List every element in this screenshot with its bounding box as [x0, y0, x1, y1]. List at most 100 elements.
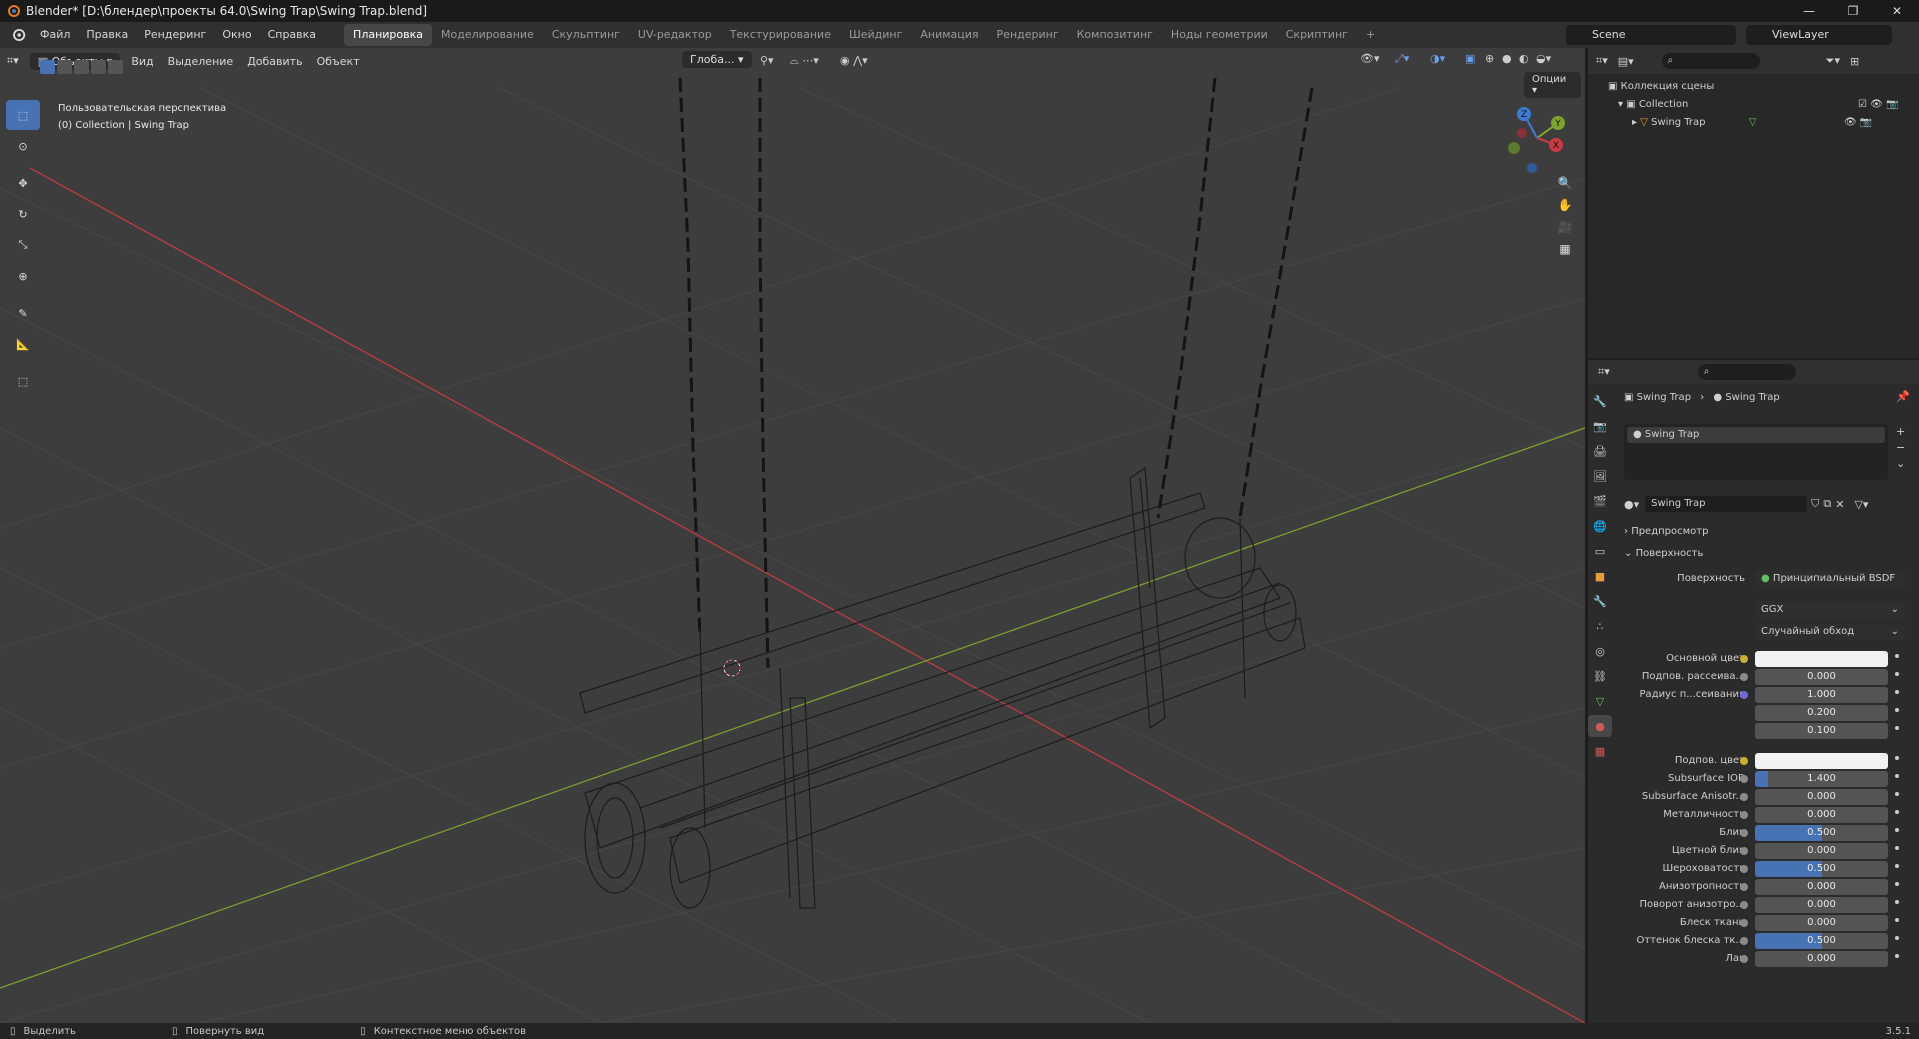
mesh-data-icon[interactable]: ▽: [1749, 117, 1757, 128]
socket-link-icon[interactable]: [1740, 673, 1748, 681]
pivot-icon[interactable]: ⚲▾: [760, 54, 774, 67]
keyframe-icon[interactable]: [1895, 846, 1899, 850]
object-row-swing-trap[interactable]: ▸ ▽ Swing Trap ▽ 👁 📷: [1608, 114, 1919, 132]
scene-tab-icon[interactable]: 🎬: [1588, 490, 1612, 512]
keyframe-icon[interactable]: [1895, 882, 1899, 886]
zoom-icon[interactable]: 🔍: [1554, 172, 1576, 194]
select-box-tool-icon[interactable]: ⬚: [6, 100, 40, 130]
socket-link-icon[interactable]: [1740, 811, 1748, 819]
keyframe-icon[interactable]: [1895, 864, 1899, 868]
socket-link-icon[interactable]: [1740, 865, 1748, 873]
annotate-tool-icon[interactable]: ✎: [6, 298, 40, 328]
distribution-dropdown[interactable]: GGX ⌄: [1755, 602, 1905, 618]
select-subtract-icon[interactable]: [74, 60, 89, 74]
transform-tool-icon[interactable]: ⊕: [6, 261, 40, 291]
cursor-tool-icon[interactable]: ⊙: [6, 131, 40, 161]
workspace-tab-layout[interactable]: Планировка: [344, 24, 433, 46]
number-slider[interactable]: 0.000: [1755, 897, 1888, 913]
close-button[interactable]: ✕: [1875, 0, 1919, 22]
shading-solid-icon[interactable]: ●: [1502, 52, 1512, 65]
tool-tab-icon[interactable]: 🔧: [1588, 390, 1612, 412]
particles-tab-icon[interactable]: ∴: [1588, 615, 1612, 637]
maximize-button[interactable]: ❐: [1831, 0, 1875, 22]
socket-link-icon[interactable]: [1740, 955, 1748, 963]
number-slider[interactable]: 0.000: [1755, 915, 1888, 931]
number-slider[interactable]: 1.000: [1755, 687, 1888, 703]
material-browse-icon[interactable]: ●▾: [1624, 498, 1639, 511]
viewport-scene[interactable]: [0, 48, 1585, 1023]
gizmo-toggle-icon[interactable]: ⤢▾: [1395, 52, 1409, 66]
number-slider[interactable]: 0.000: [1755, 807, 1888, 823]
menu-add[interactable]: Добавить: [240, 55, 309, 68]
workspace-tab-sculpting[interactable]: Скульптинг: [543, 24, 629, 46]
socket-link-icon[interactable]: [1740, 775, 1748, 783]
keyframe-icon[interactable]: [1895, 792, 1899, 796]
surface-shader-field[interactable]: ● Принципиальный BSDF: [1755, 571, 1905, 587]
collection-tab-icon[interactable]: ▭: [1588, 540, 1612, 562]
socket-link-icon[interactable]: [1740, 883, 1748, 891]
socket-link-icon[interactable]: [1740, 901, 1748, 909]
camera-view-icon[interactable]: 🎥: [1554, 216, 1576, 238]
menu-window[interactable]: Окно: [214, 22, 259, 48]
shading-rendered-icon[interactable]: ◒▾: [1536, 52, 1551, 65]
rotate-tool-icon[interactable]: ↻: [6, 199, 40, 229]
world-tab-icon[interactable]: 🌐: [1588, 515, 1612, 537]
number-slider[interactable]: 0.000: [1755, 789, 1888, 805]
workspace-tab-rendering[interactable]: Рендеринг: [988, 24, 1068, 46]
keyframe-icon[interactable]: [1895, 918, 1899, 922]
select-invert-icon[interactable]: [91, 60, 106, 74]
overlays-toggle-icon[interactable]: ◑▾: [1430, 52, 1445, 65]
subsurface-method-dropdown[interactable]: Случайный обход ⌄: [1755, 624, 1905, 640]
shading-wireframe-icon[interactable]: ⊕: [1485, 52, 1494, 65]
keyframe-icon[interactable]: [1895, 900, 1899, 904]
socket-link-icon[interactable]: [1740, 757, 1748, 765]
workspace-tab-texture[interactable]: Текстурирование: [721, 24, 840, 46]
outliner-editor-type-icon[interactable]: ⌗▾: [1596, 54, 1608, 68]
scene-collection-row[interactable]: ▣ Коллекция сцены: [1608, 78, 1919, 96]
material-slots-list[interactable]: ● Swing Trap: [1624, 424, 1888, 480]
view-layer-selector[interactable]: ViewLayer: [1746, 25, 1892, 45]
number-slider[interactable]: 1.400: [1755, 771, 1888, 787]
menu-view[interactable]: Вид: [124, 55, 160, 68]
pin-icon[interactable]: 📌: [1896, 390, 1910, 403]
scene-selector[interactable]: Scene: [1566, 25, 1736, 45]
options-dropdown[interactable]: Опции ▾: [1524, 72, 1581, 98]
view-layer-tab-icon[interactable]: 🖼: [1588, 465, 1612, 487]
object-visibility-icons[interactable]: 👁 📷: [1844, 114, 1872, 132]
menu-edit[interactable]: Правка: [78, 22, 136, 48]
workspace-tab-compositing[interactable]: Композитинг: [1068, 24, 1162, 46]
editor-type-icon[interactable]: ⌗▾: [0, 54, 26, 68]
slot-menu-button[interactable]: ⌄: [1896, 456, 1905, 472]
number-slider[interactable]: 0.000: [1755, 879, 1888, 895]
new-collection-icon[interactable]: ⊞: [1850, 55, 1859, 68]
snap-icon[interactable]: ⌓ ⋯▾: [790, 54, 819, 68]
menu-render[interactable]: Рендеринг: [136, 22, 214, 48]
keyframe-icon[interactable]: [1895, 654, 1899, 658]
move-tool-icon[interactable]: ✥: [6, 168, 40, 198]
collection-visibility-icons[interactable]: ☑ 👁 📷: [1858, 96, 1898, 114]
socket-link-icon[interactable]: [1740, 793, 1748, 801]
navigation-gizmo[interactable]: Y Z X: [1492, 98, 1582, 178]
keyframe-icon[interactable]: [1895, 828, 1899, 832]
number-slider[interactable]: 0.500: [1755, 861, 1888, 877]
number-slider[interactable]: 0.000: [1755, 951, 1888, 967]
render-tab-icon[interactable]: 📷: [1588, 415, 1612, 437]
unlink-material-icon[interactable]: ✕: [1835, 498, 1844, 511]
add-workspace-button[interactable]: +: [1357, 24, 1384, 46]
filter-icon[interactable]: ⏷▾: [1826, 54, 1840, 68]
add-slot-button[interactable]: +: [1896, 424, 1905, 440]
menu-select[interactable]: Выделение: [161, 55, 241, 68]
measure-tool-icon[interactable]: 📐: [6, 329, 40, 359]
select-extend-icon[interactable]: [57, 60, 72, 74]
socket-link-icon[interactable]: [1740, 691, 1748, 699]
swing-trap-wireframe[interactable]: [579, 466, 1306, 909]
properties-search-input[interactable]: ⌕: [1697, 364, 1796, 380]
socket-link-icon[interactable]: [1740, 919, 1748, 927]
socket-link-icon[interactable]: [1740, 847, 1748, 855]
number-slider[interactable]: 0.100: [1755, 723, 1888, 739]
modifier-tab-icon[interactable]: 🔧: [1588, 590, 1612, 612]
keyframe-icon[interactable]: [1895, 708, 1899, 712]
select-intersect-icon[interactable]: [108, 60, 123, 74]
outliner-search-input[interactable]: ⌕: [1661, 53, 1760, 69]
output-tab-icon[interactable]: 🖨: [1588, 440, 1612, 462]
